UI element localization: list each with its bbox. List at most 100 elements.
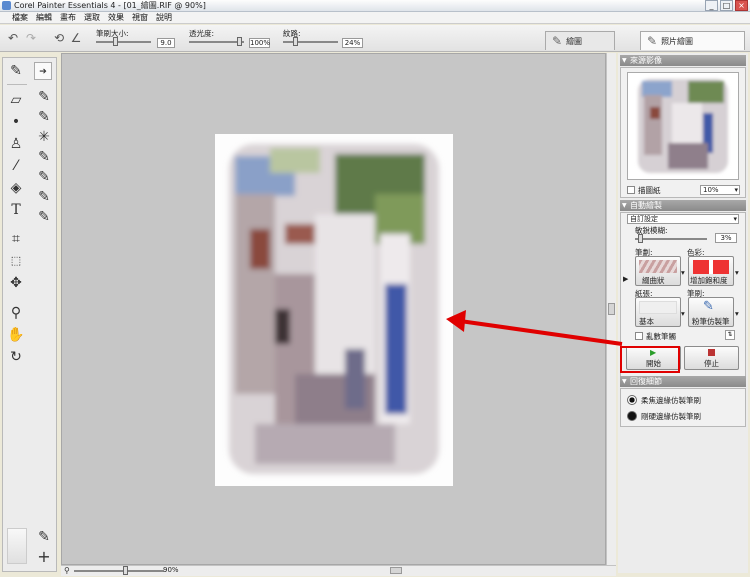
undo-icon[interactable]: ↶ xyxy=(6,31,20,45)
brush-size-thumb[interactable] xyxy=(113,37,118,46)
rotate-icon[interactable]: ⟲ xyxy=(52,31,66,45)
grain-slider[interactable] xyxy=(283,41,338,43)
menu-canvas[interactable]: 畫布 xyxy=(60,12,76,23)
brush-variant-1-icon[interactable]: ✎ xyxy=(35,88,53,106)
zoom-slider[interactable] xyxy=(74,570,164,572)
tracing-paper-checkbox[interactable] xyxy=(627,186,635,194)
horizontal-scrollbar[interactable]: ⚲ 90% xyxy=(61,565,616,576)
redo-icon[interactable]: ↷ xyxy=(24,31,38,45)
vertical-scroll-thumb[interactable] xyxy=(608,303,615,315)
brush-variant-7-icon[interactable]: ✎ xyxy=(35,208,53,226)
grain-thumb[interactable] xyxy=(293,37,298,46)
clone-stamp-icon[interactable]: ♙ xyxy=(7,135,25,153)
brush-button[interactable]: ✎ 粉筆仿製筆 xyxy=(688,297,734,327)
brush-tool-icon[interactable]: ✎ xyxy=(7,62,25,80)
zoom-value: 90% xyxy=(163,566,179,574)
crop-tool-icon[interactable]: ⌗ xyxy=(7,230,25,248)
grabber-hand-icon[interactable]: ✋ xyxy=(7,326,25,344)
source-thumbnail-image xyxy=(638,79,728,173)
hard-edge-radio[interactable] xyxy=(627,411,637,421)
transform-tool-icon[interactable]: ✥ xyxy=(7,274,25,292)
eraser-tool-icon[interactable]: ▱ xyxy=(7,91,25,109)
title-bar: Corel Painter Essentials 4 - [01_繪圖.RIF … xyxy=(0,0,750,12)
color-preview xyxy=(693,260,729,274)
brush-variant-6-icon[interactable]: ✎ xyxy=(35,188,53,206)
magnifier-icon[interactable]: ⚲ xyxy=(7,304,25,322)
restore-detail-header[interactable]: 回復細節 xyxy=(620,376,746,387)
brush-variant-2-icon[interactable]: ✎ xyxy=(35,108,53,126)
opacity-slider[interactable] xyxy=(189,41,244,43)
soft-edge-label: 柔焦邊緣仿製筆刷 xyxy=(641,396,701,405)
paper-menu-arrow[interactable]: ▾ xyxy=(681,309,685,318)
soft-edge-radio[interactable] xyxy=(627,395,637,405)
zoom-thumb[interactable] xyxy=(123,566,128,575)
vertical-scrollbar[interactable] xyxy=(606,53,616,566)
dropper-tool-icon[interactable]: • xyxy=(7,113,25,131)
close-button[interactable]: × xyxy=(735,0,748,11)
tab-photo-painting[interactable]: ✎ 照片繪圖 xyxy=(640,31,745,50)
rotate-page-icon[interactable]: ↻ xyxy=(7,348,25,366)
eyedropper-icon[interactable]: ⁄ xyxy=(7,157,25,175)
brush-variant-3-icon[interactable]: ✳ xyxy=(35,128,53,146)
window-title: Corel Painter Essentials 4 - [01_繪圖.RIF … xyxy=(14,1,206,10)
tracing-paper-opacity[interactable]: 10% xyxy=(700,185,740,195)
zoom-icon: ⚲ xyxy=(64,566,70,575)
paper-preview xyxy=(639,301,677,314)
app-icon xyxy=(2,1,11,10)
auto-painting-header[interactable]: 自動繪製 xyxy=(620,200,746,211)
sensitivity-thumb[interactable] xyxy=(638,234,643,243)
minimize-button[interactable]: _ xyxy=(705,0,718,11)
tab-paint[interactable]: ✎ 繪圖 xyxy=(545,31,615,50)
chalk-brush-icon: ✎ xyxy=(703,299,714,314)
skew-icon[interactable]: ∠ xyxy=(69,31,83,45)
stroke-value: 綴曲狀 xyxy=(642,276,665,285)
text-tool-icon[interactable]: T xyxy=(7,201,25,219)
menu-help[interactable]: 說明 xyxy=(156,12,172,23)
tracing-paper-label: 描圖紙 xyxy=(638,186,661,195)
menu-window[interactable]: 視窗 xyxy=(132,12,148,23)
tab-photo-label: 照片繪圖 xyxy=(661,36,694,46)
color-button[interactable]: 增加飽和度 xyxy=(688,256,734,286)
painting-canvas[interactable] xyxy=(215,134,453,486)
canvas-area[interactable] xyxy=(61,53,606,565)
brush-small-icon[interactable]: ✎ xyxy=(35,528,53,546)
menu-effects[interactable]: 效果 xyxy=(108,12,124,23)
random-stroke-label: 亂數筆觸 xyxy=(646,332,676,341)
add-icon[interactable]: + xyxy=(35,548,53,566)
rect-select-icon[interactable]: ⬚ xyxy=(7,252,25,270)
opacity-thumb[interactable] xyxy=(237,37,242,46)
stop-icon xyxy=(708,349,715,356)
paint-bucket-icon[interactable]: ◈ xyxy=(7,179,25,197)
menu-bar: 檔案 編輯 畫布 選取 效果 視窗 說明 xyxy=(0,12,750,24)
photo-brush-icon: ✎ xyxy=(647,34,658,48)
color-menu-arrow[interactable]: ▾ xyxy=(735,268,739,277)
preset-dropdown[interactable]: 自訂設定 xyxy=(627,214,739,224)
horizontal-scroll-thumb[interactable] xyxy=(390,567,402,574)
expand-toolbox-icon[interactable]: ➔ xyxy=(34,62,52,80)
menu-select[interactable]: 選取 xyxy=(84,12,100,23)
random-stroke-checkbox[interactable] xyxy=(635,332,643,340)
source-image-header[interactable]: 來源影像 xyxy=(620,55,746,66)
grain-value[interactable]: 24% xyxy=(342,38,363,48)
paper-button[interactable]: 基本 xyxy=(635,297,681,327)
menu-file[interactable]: 檔案 xyxy=(12,12,28,23)
stroke-menu-arrow[interactable]: ▾ xyxy=(681,268,685,277)
sensitivity-value[interactable]: 3% xyxy=(715,233,737,243)
sensitivity-slider[interactable] xyxy=(635,238,707,240)
brush-size-value[interactable]: 9.0 xyxy=(157,38,175,48)
maximize-button[interactable]: □ xyxy=(720,0,733,11)
brush-menu-arrow[interactable]: ▾ xyxy=(735,309,739,318)
stroke-preview xyxy=(639,260,677,273)
brush-size-slider[interactable] xyxy=(96,41,151,43)
panel-side-arrow[interactable]: ▶ xyxy=(623,275,628,283)
stroke-options-icon[interactable]: ⇅ xyxy=(725,330,735,340)
paper-swatch[interactable] xyxy=(7,528,27,564)
source-image-panel: 描圖紙 10% xyxy=(620,67,746,198)
stop-button[interactable]: 停止 xyxy=(684,346,739,370)
brush-size-control: 筆刷大小: 9.0 xyxy=(96,28,176,48)
stroke-button[interactable]: 綴曲狀 xyxy=(635,256,681,286)
brush-variant-5-icon[interactable]: ✎ xyxy=(35,168,53,186)
opacity-value[interactable]: 100% xyxy=(249,38,270,48)
menu-edit[interactable]: 編輯 xyxy=(36,12,52,23)
brush-variant-4-icon[interactable]: ✎ xyxy=(35,148,53,166)
